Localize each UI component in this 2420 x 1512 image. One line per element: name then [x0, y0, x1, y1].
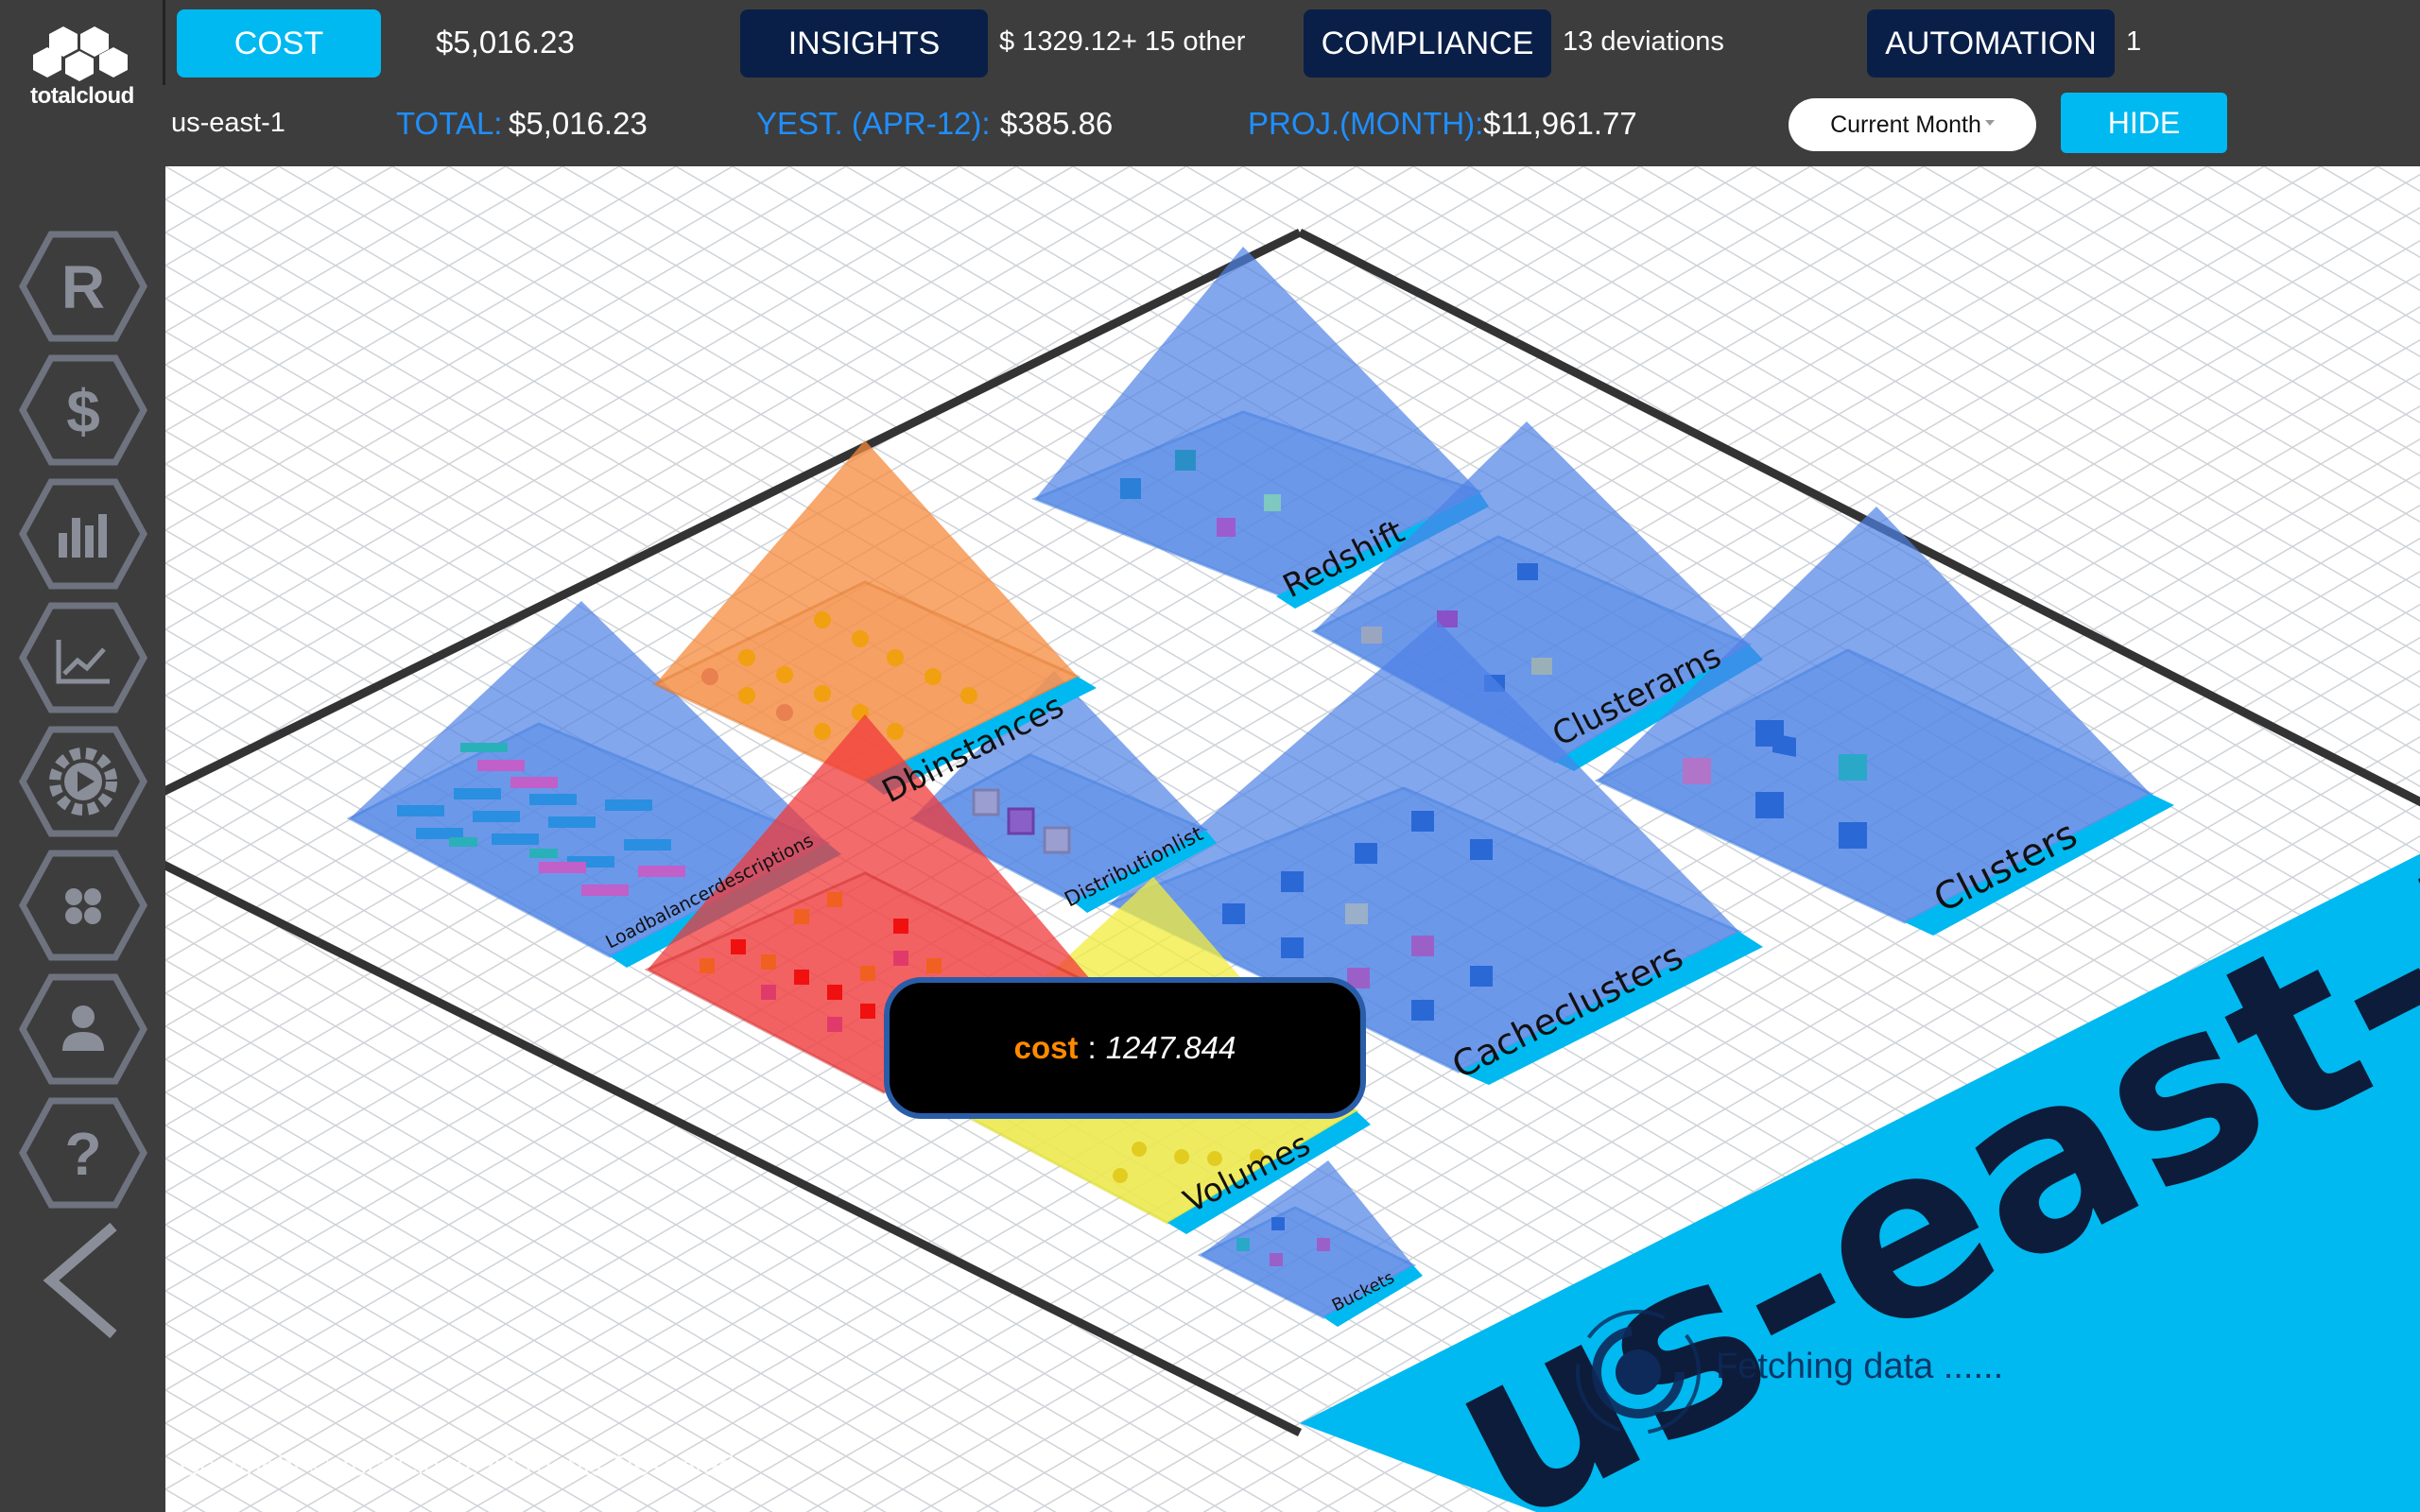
yesterday-label: YEST. (APR-12):: [756, 106, 991, 141]
dollar-icon: $: [19, 354, 147, 466]
chevron-down-icon: [1984, 120, 1995, 126]
compliance-tab[interactable]: COMPLIANCE: [1304, 9, 1551, 77]
automation-tab[interactable]: AUTOMATION: [1867, 9, 2115, 77]
help-button[interactable]: ?: [19, 1097, 147, 1209]
cost-tooltip: cost : 1247.844: [884, 977, 1366, 1119]
svg-text:?: ?: [64, 1120, 101, 1188]
person-icon: [19, 973, 147, 1085]
logo[interactable]: totalcloud: [21, 25, 144, 119]
resource-scene[interactable]: us-east-1/ Redshift Clusterarns Clusters…: [165, 166, 2420, 1512]
compliance-value: 13 deviations: [1563, 26, 1724, 57]
help-icon: ?: [19, 1097, 147, 1209]
logo-icon: [33, 26, 128, 81]
fetching-status: Fetching data ......: [1716, 1347, 2004, 1386]
reports-icon: R: [19, 231, 147, 342]
automation-value: 1: [2126, 26, 2142, 57]
tooltip-separator: :: [1087, 1030, 1097, 1065]
spinner-icon: [1576, 1310, 1701, 1435]
period-select[interactable]: Current Month: [1789, 98, 2036, 151]
hide-button[interactable]: HIDE: [2061, 93, 2227, 153]
sidebar: totalcloud R $ ?: [0, 0, 165, 1512]
analytics-button[interactable]: [19, 478, 147, 590]
total-label: TOTAL:: [396, 106, 503, 141]
projected-value: $11,961.77: [1483, 106, 1637, 141]
insights-tab[interactable]: INSIGHTS: [740, 9, 988, 77]
gear-play-icon: [19, 726, 147, 837]
tooltip-key: cost: [1013, 1030, 1079, 1065]
trends-button[interactable]: [19, 602, 147, 713]
tooltip-value: 1247.844: [1105, 1030, 1236, 1065]
grid-icon: [19, 850, 147, 961]
reports-button[interactable]: R: [19, 231, 147, 342]
total-value: $5,016.23: [509, 106, 648, 141]
collapse-button[interactable]: [38, 1219, 132, 1342]
line-chart-icon: [19, 602, 147, 713]
projected-label: PROJ.(MONTH):: [1248, 106, 1484, 141]
loading-spinner: [1572, 1306, 1714, 1438]
chevron-left-icon: [43, 1222, 117, 1339]
copyright-footer: Copyright © TotalCloud. All Rights Reser…: [180, 1451, 735, 1482]
automation-nav-button[interactable]: [19, 726, 147, 837]
bar-chart-icon: [19, 478, 147, 590]
period-select-value: Current Month: [1830, 111, 1981, 138]
yesterday-value: $385.86: [1000, 106, 1114, 141]
cost-tab[interactable]: COST: [177, 9, 381, 77]
cost-nav-button[interactable]: $: [19, 354, 147, 466]
user-button[interactable]: [19, 973, 147, 1085]
logo-text: totalcloud: [30, 83, 134, 109]
cost-value: $5,016.23: [436, 25, 575, 60]
region-name: us-east-1: [171, 108, 285, 138]
svg-text:$: $: [66, 377, 100, 445]
svg-text:R: R: [61, 253, 105, 321]
resources-button[interactable]: [19, 850, 147, 961]
insights-value: $ 1329.12+ 15 other: [999, 26, 1246, 57]
